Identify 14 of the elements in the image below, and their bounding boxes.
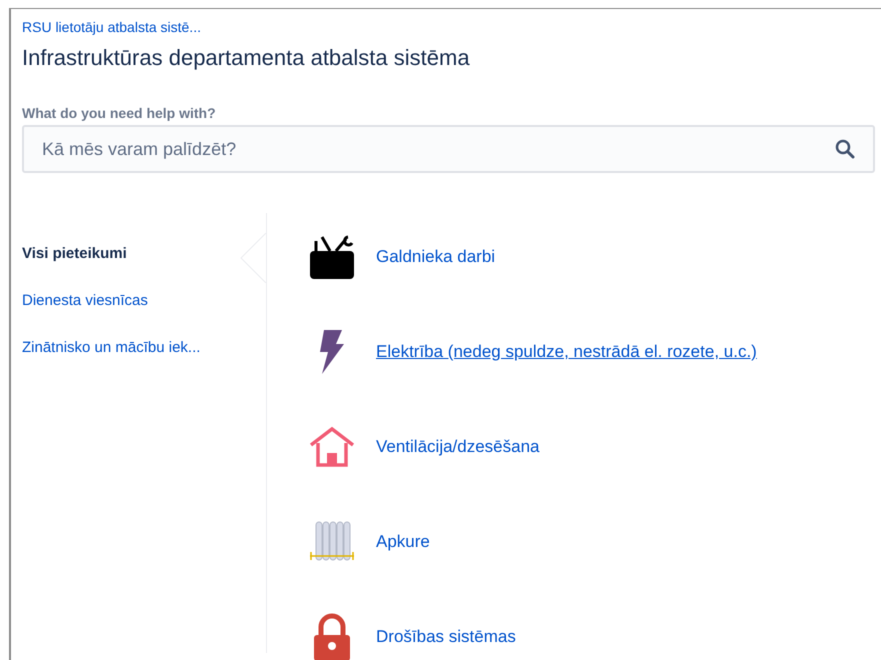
- search-icon[interactable]: [835, 139, 855, 159]
- request-type-link[interactable]: Galdnieka darbi: [376, 247, 496, 267]
- sidebar-item[interactable]: Dienesta viesnīcas: [22, 292, 148, 309]
- toolbox-icon: [308, 233, 356, 281]
- request-type-link[interactable]: Drošības sistēmas: [376, 627, 516, 647]
- search-label: What do you need help with?: [22, 105, 217, 121]
- request-type-link[interactable]: Ventilācija/dzesēšana: [376, 437, 540, 457]
- breadcrumb-link[interactable]: RSU lietotāju atbalsta sistē...: [22, 19, 201, 35]
- request-type-link[interactable]: Elektrība (nedeg spuldze, nestrādā el. rozete, u.c.): [376, 342, 757, 362]
- sidebar-item[interactable]: Visi pieteikumi: [22, 245, 127, 262]
- search-field[interactable]: Kā mēs varam palīdzēt?: [22, 125, 875, 173]
- sidebar-item[interactable]: Zinātnisko un mācību iek...: [22, 339, 200, 356]
- page-title: Infrastruktūras departamenta atbalsta sistēma: [22, 45, 471, 71]
- request-type-link[interactable]: Apkure: [376, 532, 430, 552]
